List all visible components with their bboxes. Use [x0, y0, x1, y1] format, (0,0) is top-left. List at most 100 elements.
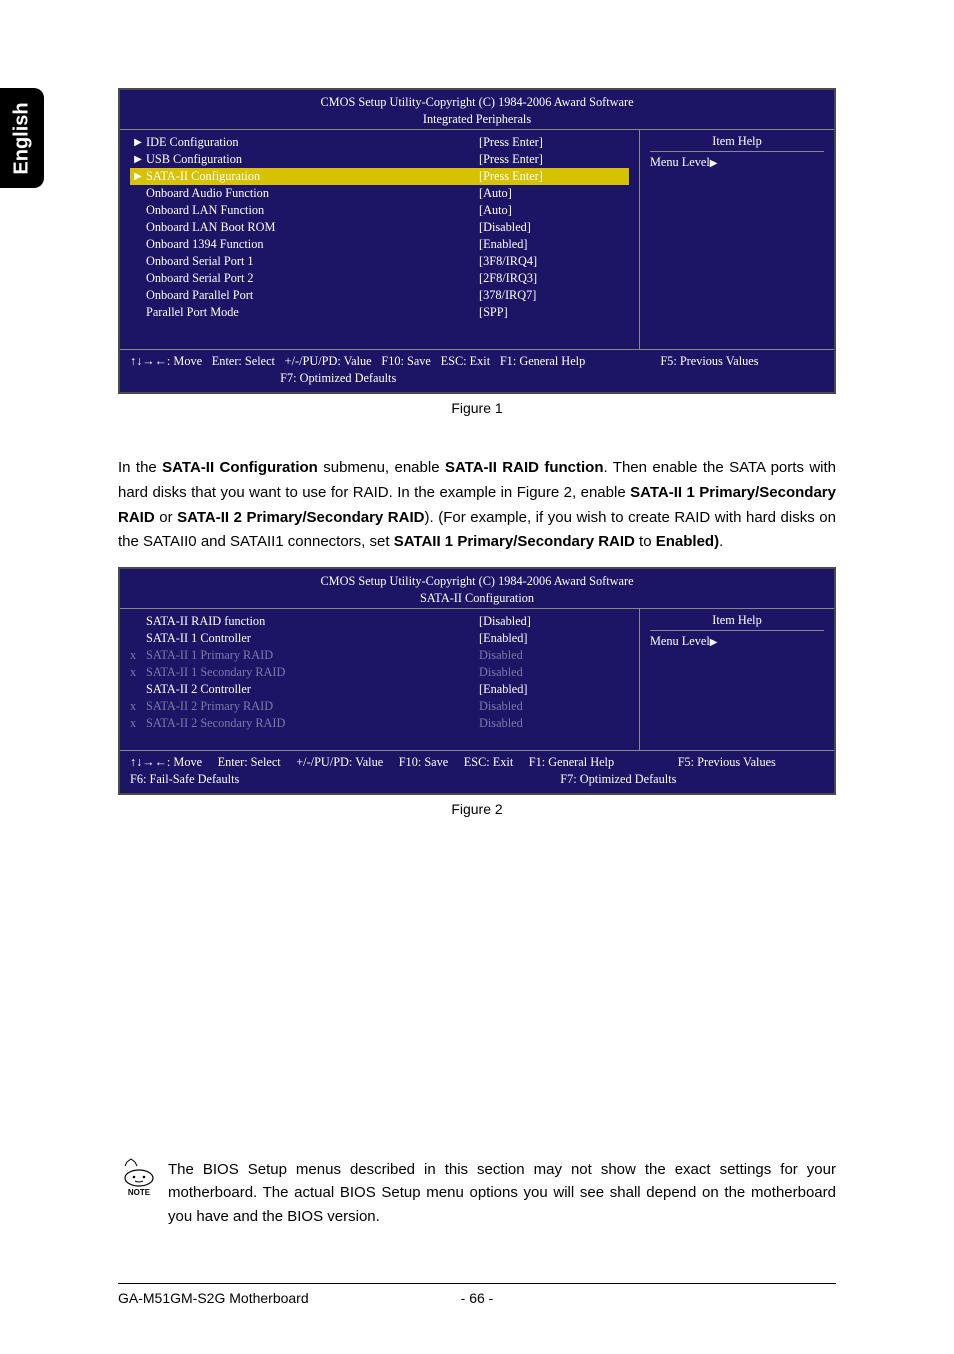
- disabled-x-icon: x: [130, 699, 146, 714]
- bios2-title: CMOS Setup Utility-Copyright (C) 1984-20…: [120, 569, 834, 608]
- bios1-row: ▶USB Configuration[Press Enter]: [130, 151, 629, 168]
- language-tab-label: English: [11, 102, 34, 174]
- submenu-arrow-icon: ▶: [130, 137, 146, 148]
- page-content: CMOS Setup Utility-Copyright (C) 1984-20…: [0, 0, 954, 817]
- bios1-value: [Press Enter]: [479, 169, 629, 184]
- bios1-label: Onboard Serial Port 1: [146, 254, 479, 269]
- footer-page-number: - 66 -: [118, 1290, 836, 1306]
- foot-f6: F6: Fail-Safe Defaults: [130, 772, 352, 787]
- foot-f7: F7: Optimized Defaults: [560, 772, 824, 787]
- bios1-row: ▶IDE Configuration[Press Enter]: [130, 134, 629, 151]
- bios1-row: Parallel Port Mode[SPP]: [130, 304, 629, 321]
- page-footer: GA-M51GM-S2G Motherboard - 66 -: [118, 1283, 836, 1306]
- instruction-paragraph: In the SATA-II Configuration submenu, en…: [118, 456, 836, 555]
- bios1-help-level: Menu Level▶: [650, 152, 824, 170]
- bios2-row: SATA-II 1 Controller[Enabled]: [130, 630, 629, 647]
- bios2-value: Disabled: [479, 665, 629, 680]
- bios2-label: SATA-II 1 Secondary RAID: [146, 665, 479, 680]
- bios1-label: Onboard Parallel Port: [146, 288, 479, 303]
- note-icon: NOTE: [118, 1158, 160, 1197]
- disabled-x-icon: x: [130, 716, 146, 731]
- bios2-value: Disabled: [479, 699, 629, 714]
- bios1-value: [3F8/IRQ4]: [479, 254, 629, 269]
- bios1-value: [378/IRQ7]: [479, 288, 629, 303]
- foot-f5: F5: Previous Values: [630, 755, 824, 770]
- bios1-help-pane: Item Help Menu Level▶: [640, 130, 834, 349]
- note-text: The BIOS Setup menus described in this s…: [168, 1158, 836, 1228]
- foot-f1: F1: General Help: [500, 354, 585, 369]
- foot-esc: ESC: Exit: [464, 755, 514, 770]
- bios1-value: [Auto]: [479, 203, 629, 218]
- bios1-value: [Enabled]: [479, 237, 629, 252]
- bios1-title-line1: CMOS Setup Utility-Copyright (C) 1984-20…: [120, 94, 834, 111]
- bios1-help-title: Item Help: [650, 134, 824, 152]
- bios1-value: [2F8/IRQ3]: [479, 271, 629, 286]
- bios-screenshot-2: CMOS Setup Utility-Copyright (C) 1984-20…: [118, 567, 836, 795]
- bios2-label: SATA-II RAID function: [146, 614, 479, 629]
- bios2-help-level: Menu Level▶: [650, 631, 824, 649]
- bios2-label: SATA-II 1 Controller: [146, 631, 479, 646]
- bios2-label: SATA-II 1 Primary RAID: [146, 648, 479, 663]
- bios1-row: Onboard LAN Function[Auto]: [130, 202, 629, 219]
- figure-2-caption: Figure 2: [118, 801, 836, 817]
- bios2-value: Disabled: [479, 716, 629, 731]
- bios2-value: [Enabled]: [479, 631, 629, 646]
- bios1-value: [Press Enter]: [479, 135, 629, 150]
- bios1-footer: ↑↓→←: Move Enter: Select +/-/PU/PD: Valu…: [120, 349, 834, 392]
- bios1-row: Onboard 1394 Function[Enabled]: [130, 236, 629, 253]
- bios2-label: SATA-II 2 Primary RAID: [146, 699, 479, 714]
- bios1-title-line2: Integrated Peripherals: [120, 111, 834, 128]
- bios1-label: Onboard Serial Port 2: [146, 271, 479, 286]
- bios2-row-disabled: xSATA-II 1 Primary RAIDDisabled: [130, 647, 629, 664]
- bios-screenshot-1: CMOS Setup Utility-Copyright (C) 1984-20…: [118, 88, 836, 394]
- bios1-label: Onboard LAN Function: [146, 203, 479, 218]
- foot-enter: Enter: Select: [212, 354, 275, 369]
- bios1-value: [Press Enter]: [479, 152, 629, 167]
- foot-f1: F1: General Help: [529, 755, 614, 770]
- bios1-value: [Auto]: [479, 186, 629, 201]
- bios1-row: Onboard LAN Boot ROM[Disabled]: [130, 219, 629, 236]
- bios1-value: [Disabled]: [479, 220, 629, 235]
- foot-enter: Enter: Select: [218, 755, 281, 770]
- bios1-row: Onboard Audio Function[Auto]: [130, 185, 629, 202]
- foot-f5: F5: Previous Values: [595, 354, 824, 369]
- foot-f10: F10: Save: [399, 755, 449, 770]
- bios1-left-pane: ▶IDE Configuration[Press Enter] ▶USB Con…: [120, 130, 640, 349]
- bios2-body: SATA-II RAID function[Disabled] SATA-II …: [120, 608, 834, 750]
- bios1-label: Onboard 1394 Function: [146, 237, 479, 252]
- bios2-help-pane: Item Help Menu Level▶: [640, 609, 834, 750]
- bios1-row: Onboard Serial Port 2[2F8/IRQ3]: [130, 270, 629, 287]
- foot-pupd: +/-/PU/PD: Value: [285, 354, 372, 369]
- foot-move: ↑↓→←: Move: [130, 354, 202, 369]
- bios2-title-line2: SATA-II Configuration: [120, 590, 834, 607]
- bios2-label: SATA-II 2 Secondary RAID: [146, 716, 479, 731]
- foot-f7: F7: Optimized Defaults: [130, 371, 546, 386]
- bios2-row-disabled: xSATA-II 2 Secondary RAIDDisabled: [130, 715, 629, 732]
- bios1-body: ▶IDE Configuration[Press Enter] ▶USB Con…: [120, 129, 834, 349]
- bios2-label: SATA-II 2 Controller: [146, 682, 479, 697]
- bios1-label: Onboard Audio Function: [146, 186, 479, 201]
- bios1-label: USB Configuration: [146, 152, 479, 167]
- foot-f10: F10: Save: [381, 354, 431, 369]
- bios2-title-line1: CMOS Setup Utility-Copyright (C) 1984-20…: [120, 573, 834, 590]
- note-block: NOTE The BIOS Setup menus described in t…: [118, 1158, 836, 1228]
- language-tab: English: [0, 88, 44, 188]
- submenu-arrow-icon: ▶: [130, 154, 146, 165]
- bios2-left-pane: SATA-II RAID function[Disabled] SATA-II …: [120, 609, 640, 750]
- bios2-footer: ↑↓→←: Move Enter: Select +/-/PU/PD: Valu…: [120, 750, 834, 793]
- bios1-label: IDE Configuration: [146, 135, 479, 150]
- menu-level-arrow-icon: ▶: [710, 158, 718, 169]
- submenu-arrow-icon: ▶: [130, 171, 146, 182]
- bios2-row-disabled: xSATA-II 1 Secondary RAIDDisabled: [130, 664, 629, 681]
- note-label: NOTE: [128, 1188, 150, 1197]
- bios2-row: SATA-II 2 Controller[Enabled]: [130, 681, 629, 698]
- bios1-title: CMOS Setup Utility-Copyright (C) 1984-20…: [120, 90, 834, 129]
- bios1-label: Onboard LAN Boot ROM: [146, 220, 479, 235]
- bios2-help-title: Item Help: [650, 613, 824, 631]
- foot-move: ↑↓→←: Move: [130, 755, 202, 770]
- bios1-label: Parallel Port Mode: [146, 305, 479, 320]
- foot-pupd: +/-/PU/PD: Value: [296, 755, 383, 770]
- bios1-row-highlighted: ▶SATA-II Configuration[Press Enter]: [130, 168, 629, 185]
- bios1-label: SATA-II Configuration: [146, 169, 479, 184]
- bios1-row: Onboard Parallel Port[378/IRQ7]: [130, 287, 629, 304]
